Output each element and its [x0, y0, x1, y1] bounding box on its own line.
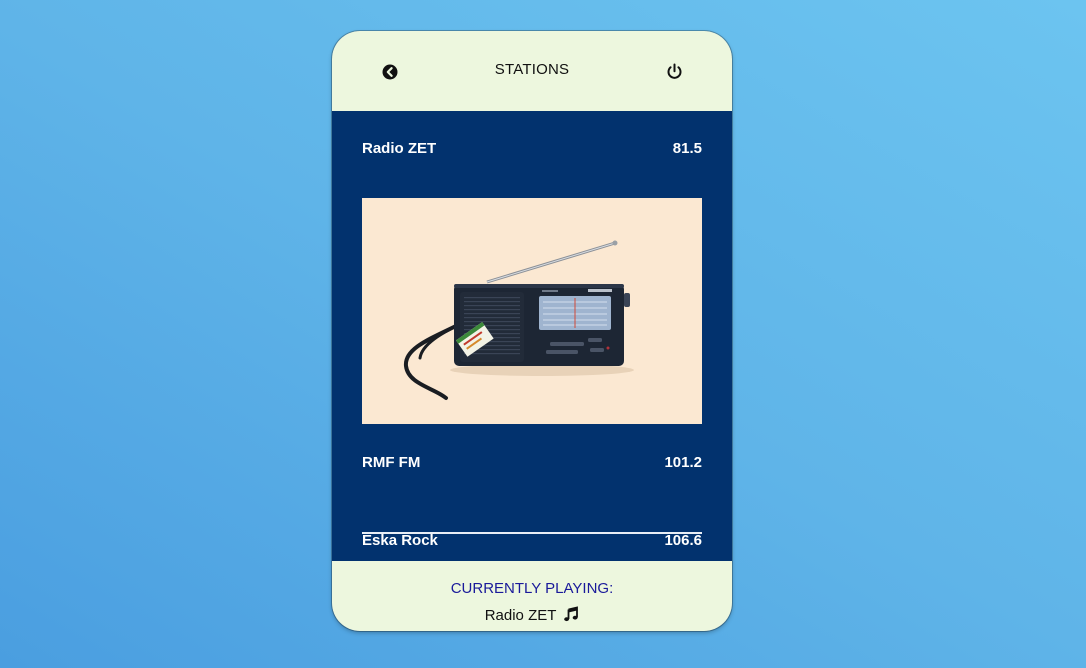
- station-row-radio-zet[interactable]: Radio ZET 81.5: [362, 140, 702, 160]
- station-name: Eska Rock: [362, 532, 438, 549]
- radio-app-card: STATIONS Radio ZET 81.5 RMF FM 101.2 Esk…: [332, 31, 732, 631]
- station-frequency: 81.5: [672, 140, 702, 157]
- station-frequency: 101.2: [664, 454, 702, 471]
- station-row-rmf-fm[interactable]: RMF FM 101.2: [362, 454, 702, 474]
- station-row-eska-rock[interactable]: Eska Rock 106.6: [362, 532, 702, 552]
- music-note-icon: [564, 606, 579, 622]
- station-name: Radio ZET: [362, 140, 437, 157]
- now-playing-bar: CURRENTLY PLAYING: Radio ZET: [332, 561, 732, 631]
- now-playing-value: Radio ZET: [332, 606, 732, 624]
- station-name: RMF FM: [362, 454, 421, 471]
- station-frequency: 106.6: [664, 532, 702, 549]
- header-bar: STATIONS: [332, 31, 732, 111]
- now-playing-station: Radio ZET: [484, 607, 557, 624]
- portable-radio-image: [362, 198, 702, 424]
- now-playing-label: CURRENTLY PLAYING:: [450, 580, 614, 597]
- station-list: Radio ZET 81.5 RMF FM 101.2 Eska Rock 10…: [362, 111, 702, 561]
- power-icon[interactable]: [666, 63, 683, 80]
